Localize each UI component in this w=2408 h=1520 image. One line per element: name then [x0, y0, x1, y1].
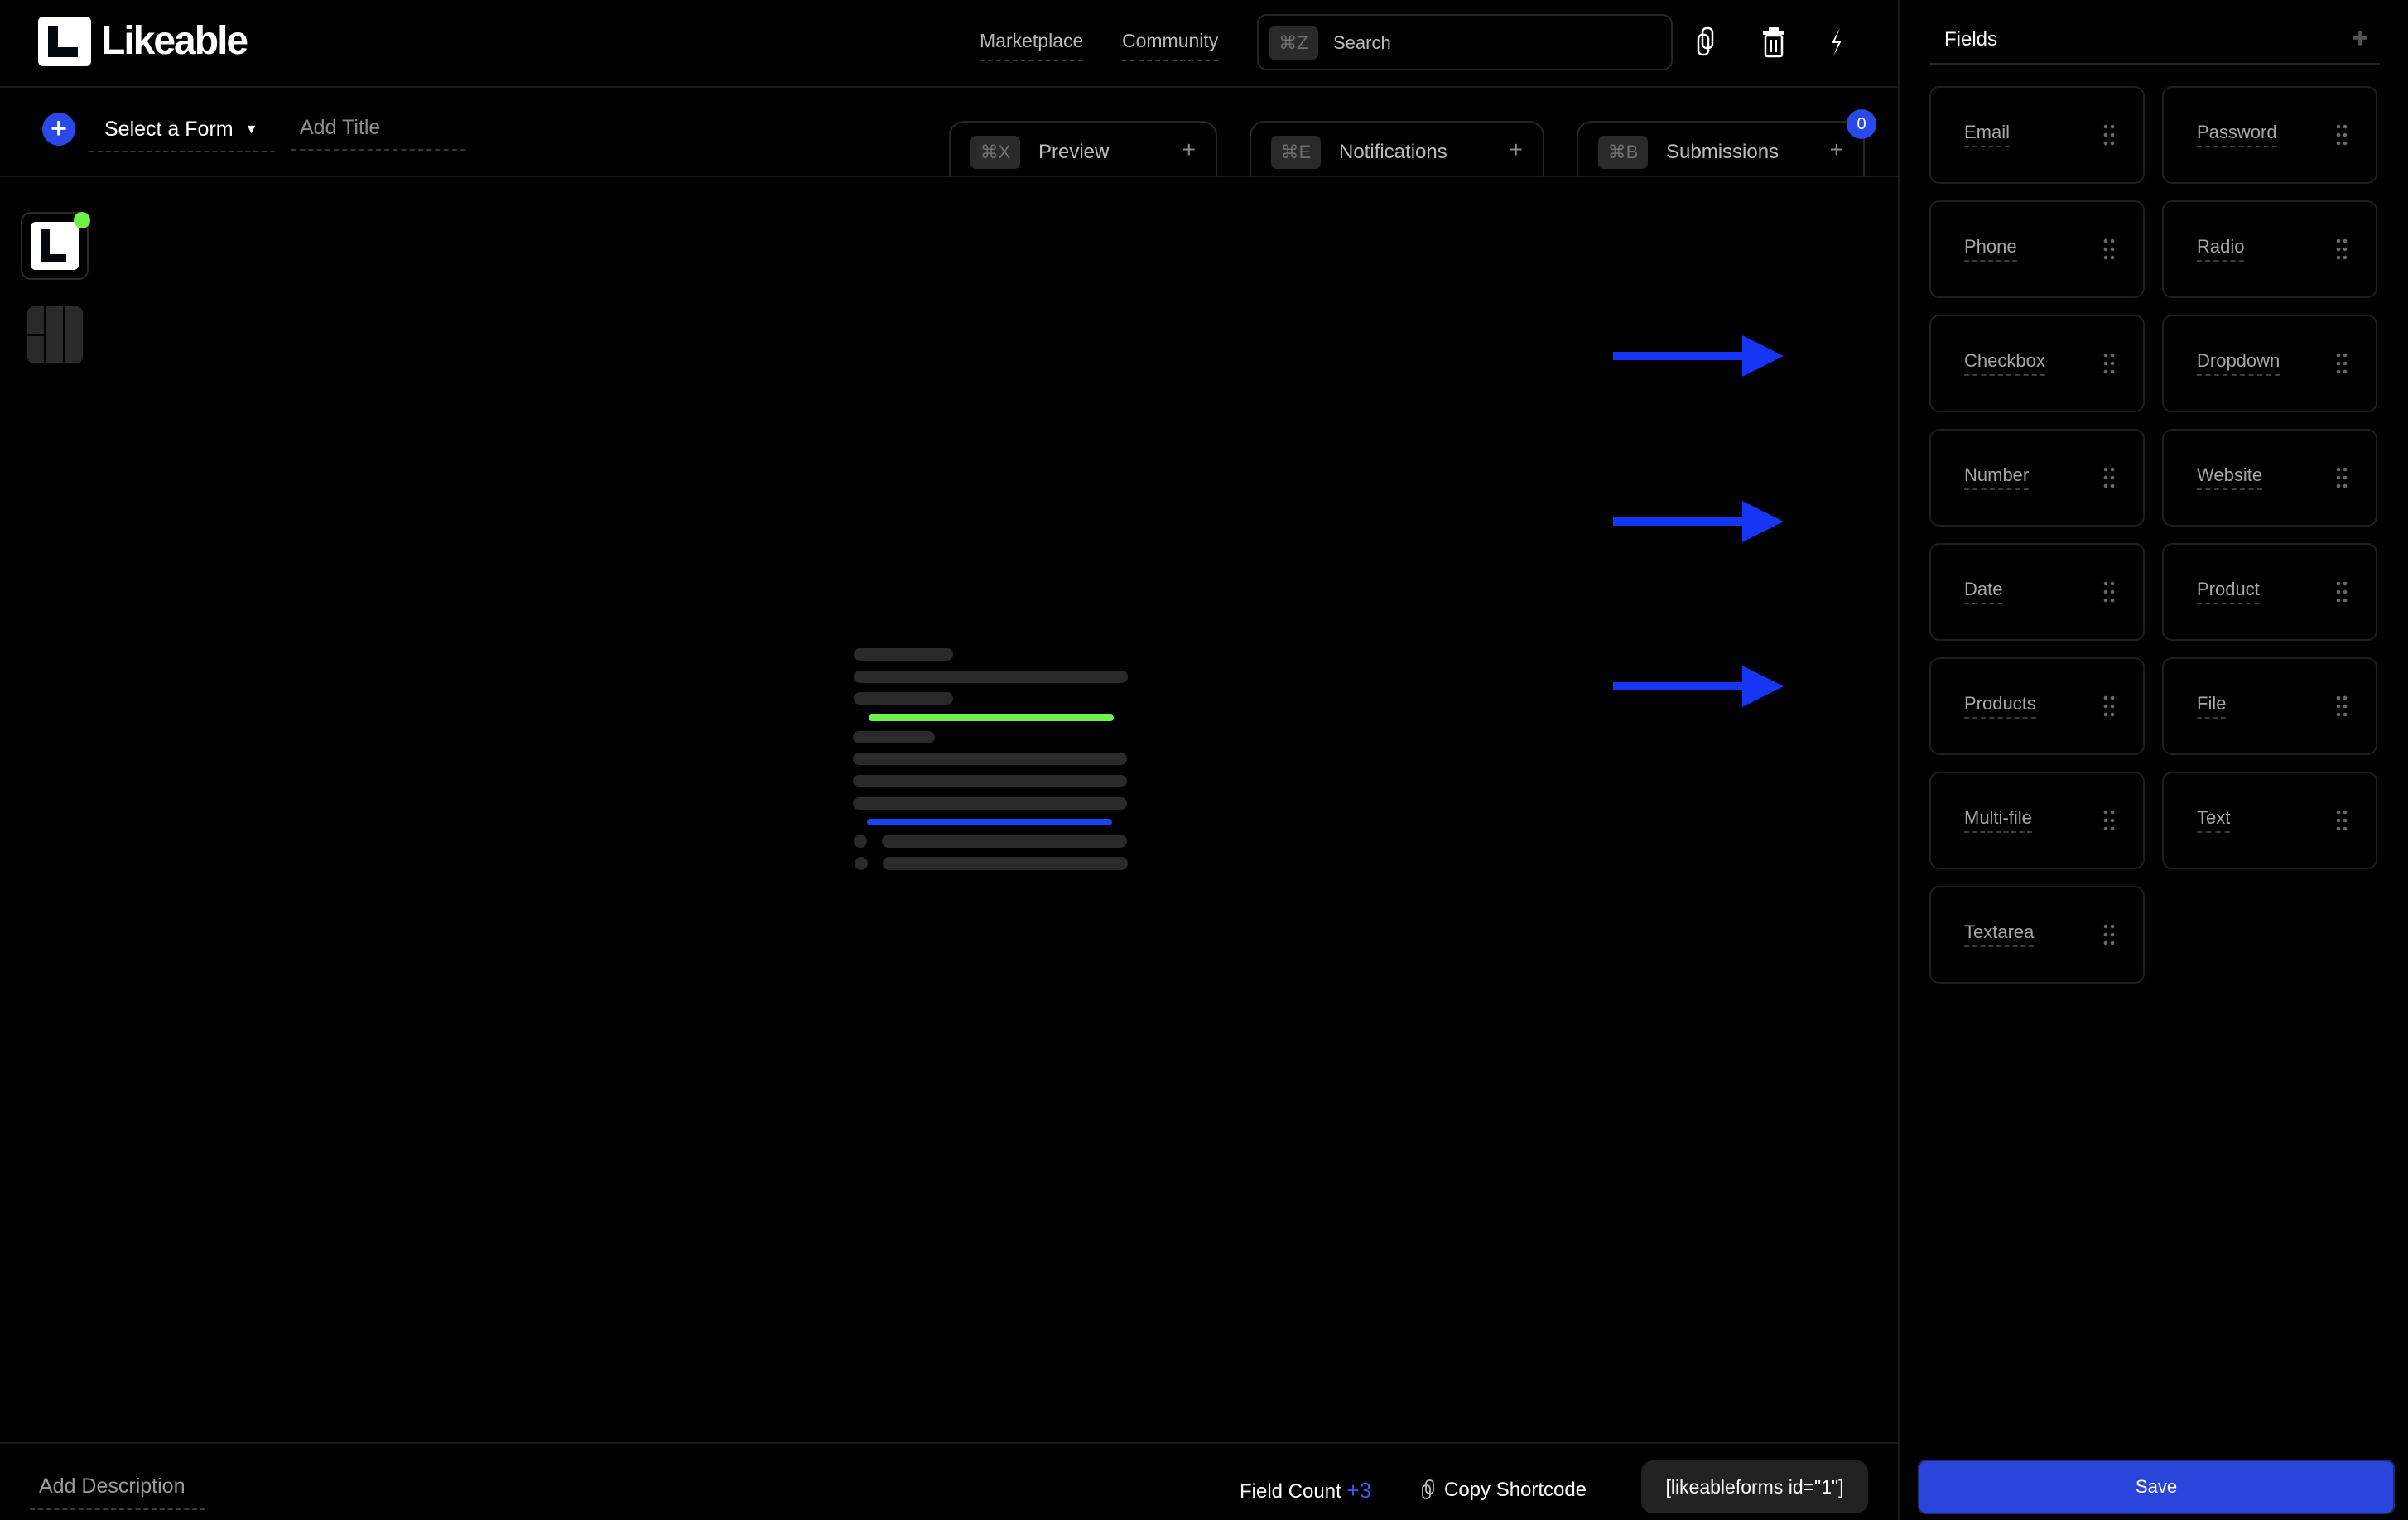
drag-handle-icon[interactable]: [2103, 353, 2115, 374]
plus-icon[interactable]: +: [1182, 137, 1196, 163]
trash-icon[interactable]: [1759, 25, 1789, 60]
layout-icon[interactable]: [27, 306, 83, 363]
field-card-label: Multi-file: [1964, 806, 2032, 833]
online-status-dot: [74, 212, 90, 228]
field-card-label: Radio: [2197, 235, 2245, 262]
drag-handle-icon[interactable]: [2336, 124, 2348, 146]
tab-notifications[interactable]: ⌘E Notifications +: [1250, 121, 1544, 177]
tab-shortcut: ⌘E: [1271, 136, 1321, 169]
field-card-label: Products: [1964, 692, 2036, 719]
field-card-label: Phone: [1964, 235, 2017, 262]
field-card-text[interactable]: Text: [2162, 772, 2377, 869]
copy-shortcode-label: Copy Shortcode: [1444, 1479, 1587, 1501]
field-card-label: File: [2197, 692, 2227, 719]
form-builder-main: Likeable Marketplace Community ⌘Z Search…: [0, 0, 1900, 1520]
drag-handle-icon[interactable]: [2336, 353, 2348, 374]
tab-shortcut: ⌘B: [1598, 136, 1648, 169]
field-card-checkbox[interactable]: Checkbox: [1929, 315, 2145, 412]
copy-icon: [1422, 1479, 1434, 1499]
field-card-label: Date: [1964, 578, 2003, 604]
likeable-logo-icon: [31, 222, 79, 270]
search-placeholder: Search: [1333, 32, 1391, 53]
tab-label: Notifications: [1339, 141, 1447, 163]
plus-icon[interactable]: +: [1510, 137, 1523, 163]
brand-name: Likeable: [101, 19, 248, 63]
nav-community[interactable]: Community: [1122, 28, 1219, 61]
plus-icon[interactable]: +: [1830, 137, 1843, 163]
field-card-label: Product: [2197, 578, 2260, 604]
drag-handle-icon[interactable]: [2103, 581, 2115, 603]
arrow-right-icon: [1613, 666, 1784, 707]
lightning-icon[interactable]: [1822, 25, 1852, 60]
form-select-dropdown[interactable]: Select a Form ▼: [89, 113, 275, 152]
top-header: Likeable Marketplace Community ⌘Z Search: [0, 0, 1900, 88]
arrow-right-icon: [1613, 501, 1784, 542]
drag-handle-icon[interactable]: [2103, 238, 2115, 260]
nav-marketplace[interactable]: Marketplace: [980, 28, 1084, 61]
field-card-dropdown[interactable]: Dropdown: [2162, 315, 2377, 412]
tab-shortcut: ⌘X: [970, 136, 1020, 169]
drag-handle-icon[interactable]: [2103, 924, 2115, 945]
tab-submissions[interactable]: ⌘B Submissions +: [1577, 121, 1865, 177]
sidebar-form-logo[interactable]: [21, 212, 90, 280]
drag-handle-icon[interactable]: [2103, 467, 2115, 488]
field-count-value: +3: [1346, 1478, 1372, 1503]
field-card-label: Text: [2197, 806, 2231, 833]
field-card-products[interactable]: Products: [1929, 657, 2145, 755]
field-card-label: Password: [2197, 121, 2277, 147]
title-input[interactable]: Add Title: [291, 111, 465, 151]
fields-panel: Fields + Email Password Phone Radio Checkbox…: [1901, 0, 2408, 1520]
field-card-label: Website: [2197, 464, 2263, 490]
panel-title: Fields: [1944, 28, 1998, 51]
tab-preview[interactable]: ⌘X Preview +: [949, 121, 1217, 177]
field-card-password[interactable]: Password: [2162, 86, 2377, 184]
copy-icon[interactable]: [1693, 25, 1723, 60]
arrow-right-icon: [1613, 335, 1784, 377]
field-card-label: Number: [1964, 464, 2030, 490]
tab-label: Submissions: [1666, 141, 1780, 163]
tab-label: Preview: [1038, 141, 1110, 163]
field-card-radio[interactable]: Radio: [2162, 200, 2377, 298]
drag-handle-icon[interactable]: [2336, 467, 2348, 488]
drag-handle-icon[interactable]: [2103, 124, 2115, 146]
save-button[interactable]: Save: [1918, 1460, 2395, 1514]
search-input[interactable]: ⌘Z Search: [1257, 14, 1673, 70]
field-card-file[interactable]: File: [2162, 657, 2377, 755]
field-card-textarea[interactable]: Textarea: [1929, 886, 2145, 984]
field-card-label: Dropdown: [2197, 349, 2280, 376]
field-count-label: Field Count: [1240, 1480, 1341, 1503]
field-card-multi-file[interactable]: Multi-file: [1929, 772, 2145, 869]
field-card-number[interactable]: Number: [1929, 429, 2145, 527]
search-shortcut: ⌘Z: [1269, 26, 1318, 60]
drag-handle-icon[interactable]: [2336, 810, 2348, 831]
field-count: Field Count +3: [1240, 1477, 1371, 1505]
add-form-button[interactable]: +: [42, 113, 75, 146]
field-card-label: Checkbox: [1964, 349, 2045, 376]
drag-handle-icon[interactable]: [2336, 238, 2348, 260]
likeable-logo-icon: [38, 17, 91, 66]
submissions-count-badge: 0: [1847, 109, 1876, 139]
field-card-label: Textarea: [1964, 921, 2035, 947]
copy-shortcode-button[interactable]: Copy Shortcode: [1421, 1477, 1587, 1503]
field-card-date[interactable]: Date: [1929, 543, 2145, 641]
field-card-product[interactable]: Product: [2162, 543, 2377, 641]
form-select-label: Select a Form: [104, 118, 234, 141]
drag-handle-icon[interactable]: [2336, 695, 2348, 717]
field-card-phone[interactable]: Phone: [1929, 200, 2145, 298]
field-card-email[interactable]: Email: [1929, 86, 2145, 184]
drag-handle-icon[interactable]: [2103, 810, 2115, 831]
field-card-label: Email: [1964, 121, 2011, 147]
form-footer: Add Description Field Count +3 Copy Shor…: [0, 1442, 1900, 1520]
add-field-button[interactable]: +: [2352, 23, 2368, 53]
caret-down-icon: ▼: [244, 123, 258, 137]
drag-handle-icon[interactable]: [2103, 695, 2115, 717]
description-input[interactable]: Add Description: [30, 1474, 205, 1510]
divider: [1929, 63, 2380, 65]
drag-handle-icon[interactable]: [2336, 581, 2348, 603]
form-toolbar: + Select a Form ▼ Add Title ⌘X Preview + …: [0, 89, 1900, 177]
shortcode-display[interactable]: [likeableforms id="1"]: [1641, 1460, 1868, 1513]
field-card-website[interactable]: Website: [2162, 429, 2377, 527]
